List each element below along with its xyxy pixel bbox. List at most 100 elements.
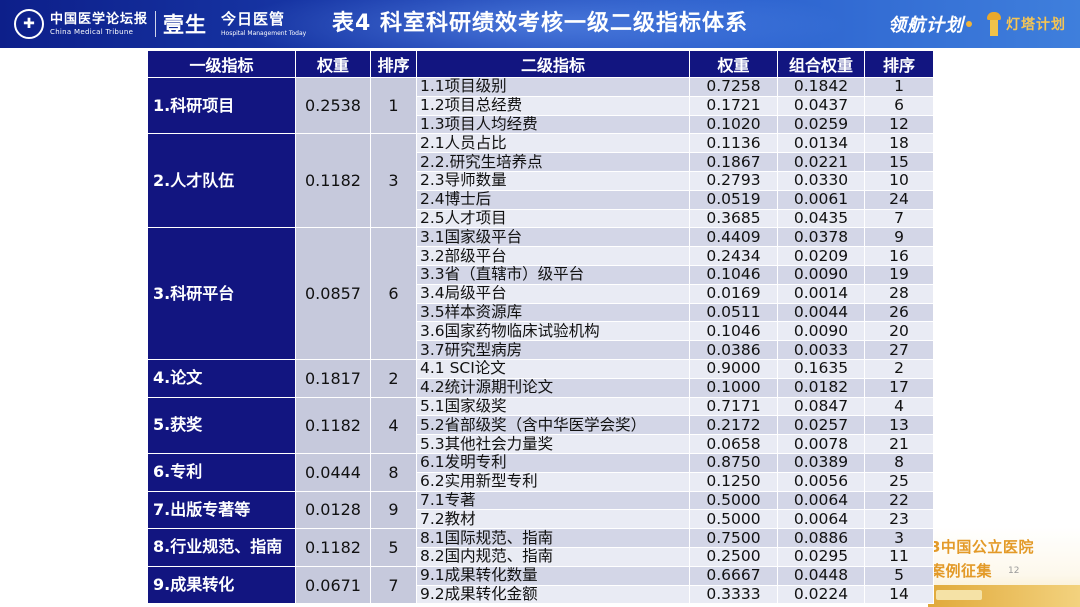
level2-indicator-rank: 8 <box>864 452 934 473</box>
campaign-text-line1: 3中国公立医院 <box>930 538 1034 556</box>
slide-number: 12 <box>1008 566 1020 576</box>
combined-weight: 0.0224 <box>777 584 865 605</box>
level2-indicator-weight: 0.1046 <box>689 264 778 285</box>
level1-indicator-weight: 0.2538 <box>295 76 371 135</box>
level2-indicator-rank: 15 <box>864 152 934 172</box>
level1-indicator-weight: 0.0444 <box>295 452 371 492</box>
level2-indicator-weight: 0.2172 <box>689 415 778 436</box>
level2-indicator-weight: 0.5000 <box>689 509 778 530</box>
level2-indicator-weight: 0.0511 <box>689 302 778 323</box>
level2-indicator-name: 3.2部级平台 <box>416 246 690 266</box>
combined-weight: 0.0389 <box>777 452 865 473</box>
campaign-decoration: 3中国公立医院 案例征集 12 <box>928 527 1080 607</box>
level2-indicator-rank: 11 <box>864 546 934 567</box>
level2-indicator-name: 6.1发明专利 <box>416 452 690 473</box>
level2-indicator-name: 4.1 SCI论文 <box>416 358 690 379</box>
combined-weight: 0.0061 <box>777 189 865 210</box>
level2-indicator-rank: 24 <box>864 189 934 210</box>
level2-indicator-weight: 0.0519 <box>689 189 778 210</box>
level2-indicator-weight: 0.0386 <box>689 340 778 360</box>
linghang-logo: 领航计划 <box>888 15 964 36</box>
level2-indicator-rank: 28 <box>864 283 934 304</box>
level1-indicator-name: 2.人才队伍 <box>147 133 296 229</box>
level2-indicator-name: 3.1国家级平台 <box>416 227 690 248</box>
level1-indicator-name: 7.出版专著等 <box>147 490 296 530</box>
level2-indicator-weight: 0.2434 <box>689 246 778 266</box>
level2-indicator-name: 2.4博士后 <box>416 189 690 210</box>
combined-weight: 0.0182 <box>777 377 865 398</box>
combined-weight: 0.0437 <box>777 95 865 116</box>
level1-indicator-weight: 0.1182 <box>295 528 371 567</box>
level2-indicator-weight: 0.1000 <box>689 377 778 398</box>
combined-weight: 0.0064 <box>777 509 865 530</box>
level2-indicator-name: 6.2实用新型专利 <box>416 471 690 492</box>
level1-indicator-rank: 8 <box>370 452 417 492</box>
level2-indicator-name: 7.2教材 <box>416 509 690 530</box>
level1-indicator-rank: 7 <box>370 565 417 605</box>
level2-indicator-name: 5.1国家级奖 <box>416 396 690 417</box>
level2-indicator-rank: 25 <box>864 471 934 492</box>
combined-weight: 0.0221 <box>777 152 865 172</box>
level2-indicator-weight: 0.3685 <box>689 208 778 229</box>
level2-indicator-rank: 10 <box>864 170 934 191</box>
header-combined-weight: 组合权重 <box>777 50 865 78</box>
level2-indicator-name: 7.1专著 <box>416 490 690 511</box>
table-row: 5.获奖 0.1182 4 5.1国家级奖 0.7171 0.0847 4 <box>147 396 934 454</box>
dengta-logo-text: 灯塔计划 <box>1006 17 1066 33</box>
indicator-table-container: 一级指标 权重 排序 二级指标 权重 组合权重 排序 1.科研项目 0.2538 1… <box>147 50 934 605</box>
level2-indicator-name: 4.2统计源期刊论文 <box>416 377 690 398</box>
combined-weight: 0.0448 <box>777 565 865 586</box>
level2-indicator-weight: 0.7258 <box>689 77 778 97</box>
combined-weight: 0.0090 <box>777 321 865 342</box>
level2-indicator-weight: 0.7500 <box>689 528 778 548</box>
level2-indicator-weight: 0.8750 <box>689 452 778 473</box>
level1-indicator-weight: 0.1182 <box>295 133 371 229</box>
combined-weight: 0.0209 <box>777 246 865 266</box>
combined-weight: 0.0134 <box>777 133 865 154</box>
combined-weight: 0.1842 <box>777 77 865 97</box>
level2-indicator-rank: 26 <box>864 302 934 323</box>
level2-indicator-weight: 0.0169 <box>689 283 778 304</box>
combined-weight: 0.1635 <box>777 358 865 379</box>
level1-indicator-rank: 4 <box>370 396 417 454</box>
combined-weight: 0.0259 <box>777 114 865 135</box>
level2-indicator-weight: 0.1721 <box>689 95 778 116</box>
level2-indicator-weight: 0.3333 <box>689 584 778 605</box>
level1-indicator-rank: 2 <box>370 358 417 398</box>
level2-indicator-rank: 19 <box>864 264 934 285</box>
level2-indicator-rank: 9 <box>864 227 934 248</box>
level2-indicator-weight: 0.1136 <box>689 133 778 154</box>
level2-indicator-rank: 7 <box>864 208 934 229</box>
level2-indicator-rank: 27 <box>864 340 934 360</box>
level2-indicator-name: 5.3其他社会力量奖 <box>416 434 690 454</box>
combined-weight: 0.0257 <box>777 415 865 436</box>
table-body: 1.科研项目 0.2538 1 1.1项目级别 0.7258 0.1842 1 1.2项目总经… <box>147 76 934 605</box>
level2-indicator-weight: 0.7171 <box>689 396 778 417</box>
combined-weight: 0.0033 <box>777 340 865 360</box>
level2-indicator-weight: 0.1046 <box>689 321 778 342</box>
level2-indicator-name: 3.5样本资源库 <box>416 302 690 323</box>
table-row: 7.出版专著等 0.0128 9 7.1专著 0.5000 0.0064 22 <box>147 490 934 530</box>
combined-weight: 0.0847 <box>777 396 865 417</box>
header-banner: ✚ 中国医学论坛报 China Medical Tribune 壹生 今日医管 … <box>0 0 1080 48</box>
level2-indicator-weight: 0.1020 <box>689 114 778 135</box>
level1-indicator-rank: 5 <box>370 528 417 567</box>
level1-indicator-weight: 0.1817 <box>295 358 371 398</box>
level2-indicator-weight: 0.2793 <box>689 170 778 191</box>
level1-indicator-name: 1.科研项目 <box>147 76 296 135</box>
level1-indicator-rank: 1 <box>370 76 417 135</box>
combined-weight: 0.0064 <box>777 490 865 511</box>
level1-indicator-rank: 6 <box>370 227 417 360</box>
level2-indicator-name: 1.3项目人均经费 <box>416 114 690 135</box>
combined-weight: 0.0295 <box>777 546 865 567</box>
level2-indicator-rank: 20 <box>864 321 934 342</box>
level2-indicator-name: 1.1项目级别 <box>416 77 690 97</box>
level1-indicator-name: 9.成果转化 <box>147 565 296 605</box>
level2-indicator-weight: 0.6667 <box>689 565 778 586</box>
level2-indicator-name: 2.1人员占比 <box>416 133 690 154</box>
level2-indicator-name: 5.2省部级奖（含中华医学会奖） <box>416 415 690 436</box>
level1-indicator-weight: 0.0128 <box>295 490 371 530</box>
linghang-dot-icon <box>966 21 972 27</box>
level1-indicator-weight: 0.0671 <box>295 565 371 605</box>
header-level2-indicator: 二级指标 <box>416 50 690 78</box>
